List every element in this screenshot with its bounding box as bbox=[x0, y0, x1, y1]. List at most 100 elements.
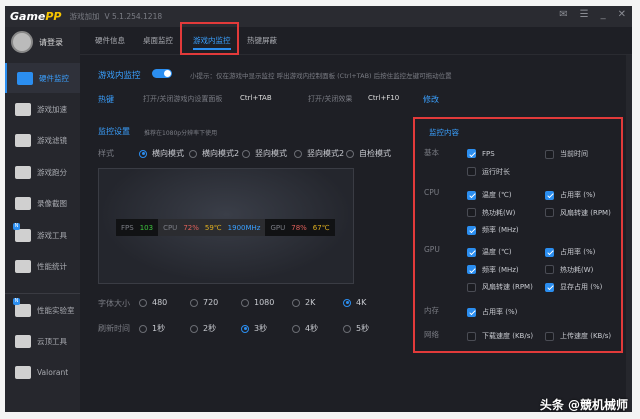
checkbox-memory-0[interactable]: 占用率 (%) bbox=[467, 307, 517, 317]
checkbox[interactable] bbox=[467, 190, 476, 200]
refresh-option[interactable]: 4秒 bbox=[292, 323, 318, 334]
checkbox-label: 频率 (MHz) bbox=[482, 226, 519, 234]
checkbox[interactable] bbox=[467, 225, 476, 235]
menu-icon[interactable]: ☰ bbox=[580, 9, 589, 20]
radio-button[interactable] bbox=[242, 149, 250, 158]
sidebar-item-perf-stats[interactable]: 性能统计 bbox=[5, 251, 80, 281]
checkbox[interactable] bbox=[545, 331, 554, 341]
sidebar-item-label: 云顶工具 bbox=[37, 336, 67, 346]
checkbox[interactable] bbox=[545, 190, 554, 200]
checkbox[interactable] bbox=[545, 208, 554, 217]
checkbox[interactable] bbox=[545, 247, 554, 257]
checkbox-cpu-3[interactable]: 风扇转速 (RPM) bbox=[545, 208, 611, 218]
refresh-option[interactable]: 2秒 bbox=[190, 323, 216, 334]
checkbox[interactable] bbox=[467, 247, 476, 257]
scrollbar[interactable] bbox=[626, 55, 632, 412]
checkbox[interactable] bbox=[467, 167, 476, 176]
game-filter-icon bbox=[15, 133, 31, 147]
style-option[interactable]: 横向模式2 bbox=[189, 148, 239, 159]
radio-button[interactable] bbox=[139, 324, 147, 333]
sidebar-item-game-benchmark[interactable]: 游戏跑分 bbox=[5, 157, 80, 187]
font-size-label: 2K bbox=[305, 298, 316, 307]
radio-button[interactable] bbox=[346, 149, 354, 158]
radio-button[interactable] bbox=[190, 324, 198, 333]
checkbox-cpu-0[interactable]: 温度 (℃) bbox=[467, 190, 512, 200]
checkbox[interactable] bbox=[467, 282, 476, 292]
sidebar-item-game-filter[interactable]: 游戏滤镜 bbox=[5, 125, 80, 155]
checkbox-gpu-5[interactable]: 显存占用 (%) bbox=[545, 282, 602, 292]
font-size-option[interactable]: 1080 bbox=[241, 298, 274, 307]
group-label-cpu: CPU bbox=[424, 188, 440, 197]
checkbox-gpu-4[interactable]: 风扇转速 (RPM) bbox=[467, 282, 533, 292]
modify-link[interactable]: 修改 bbox=[423, 94, 439, 105]
sidebar-item-game-tools[interactable]: N 游戏工具 bbox=[5, 220, 80, 250]
sidebar-item-label: 游戏滤镜 bbox=[37, 135, 67, 145]
hotkey2-value[interactable]: Ctrl+F10 bbox=[368, 94, 399, 102]
close-icon[interactable]: ✕ bbox=[618, 9, 626, 20]
message-icon[interactable]: ✉ bbox=[559, 9, 567, 20]
radio-button[interactable] bbox=[189, 149, 197, 158]
style-option[interactable]: 自检模式 bbox=[346, 148, 391, 159]
radio-button[interactable] bbox=[343, 324, 351, 333]
radio-button[interactable] bbox=[241, 298, 249, 307]
style-option[interactable]: 横向模式 bbox=[139, 148, 184, 159]
logo: GamePP bbox=[10, 10, 62, 23]
font-size-option[interactable]: 480 bbox=[139, 298, 167, 307]
checkbox-basic-0[interactable]: FPS bbox=[467, 149, 495, 158]
font-size-option[interactable]: 720 bbox=[190, 298, 218, 307]
radio-button[interactable] bbox=[241, 324, 249, 333]
radio-button[interactable] bbox=[139, 149, 147, 158]
radio-button[interactable] bbox=[139, 298, 147, 307]
sidebar-item-game-boost[interactable]: 游戏加速 bbox=[5, 94, 80, 124]
refresh-label: 5秒 bbox=[356, 324, 370, 333]
checkbox-gpu-1[interactable]: 占用率 (%) bbox=[545, 247, 595, 257]
checkbox[interactable] bbox=[467, 307, 476, 317]
font-size-option[interactable]: 4K bbox=[343, 298, 366, 307]
perf-stats-icon bbox=[15, 259, 31, 273]
radio-button[interactable] bbox=[343, 298, 351, 307]
tab-desktop-monitor[interactable]: 桌面监控 bbox=[143, 35, 173, 46]
radio-button[interactable] bbox=[294, 149, 302, 158]
checkbox[interactable] bbox=[545, 265, 554, 274]
checkbox-basic-2[interactable]: 运行时长 bbox=[467, 167, 510, 177]
refresh-option[interactable]: 3秒 bbox=[241, 323, 267, 334]
checkbox-label: 上传速度 (KB/s) bbox=[560, 332, 612, 340]
style-option[interactable]: 竖向模式 bbox=[242, 148, 287, 159]
checkbox[interactable] bbox=[545, 149, 554, 159]
refresh-label: 4秒 bbox=[305, 324, 319, 333]
sidebar-item-perf-lab[interactable]: N 性能实验室 bbox=[5, 295, 80, 325]
style-option[interactable]: 竖向模式2 bbox=[294, 148, 344, 159]
sidebar-item-record-screenshot[interactable]: 录像截图 bbox=[5, 188, 80, 218]
refresh-option[interactable]: 5秒 bbox=[343, 323, 369, 334]
checkbox-cpu-1[interactable]: 占用率 (%) bbox=[545, 190, 595, 200]
ingame-monitor-toggle[interactable] bbox=[152, 69, 172, 78]
checkbox-gpu-2[interactable]: 频率 (MHz) bbox=[467, 265, 519, 275]
checkbox-cpu-2[interactable]: 热功耗(W) bbox=[467, 208, 515, 218]
checkbox-network-0[interactable]: 下载速度 (KB/s) bbox=[467, 331, 533, 341]
tab-hotkey-block[interactable]: 热键屏蔽 bbox=[247, 35, 277, 46]
checkbox-gpu-0[interactable]: 温度 (℃) bbox=[467, 247, 512, 257]
sidebar-item-tft-tools[interactable]: 云顶工具 bbox=[5, 326, 80, 356]
sidebar-item-valorant[interactable]: Valorant bbox=[5, 357, 80, 387]
login-button[interactable]: 请登录 bbox=[11, 31, 63, 53]
sidebar-item-hardware-monitor[interactable]: 硬件监控 bbox=[5, 63, 80, 93]
sidebar-divider bbox=[5, 293, 80, 294]
tab-hardware-info[interactable]: 硬件信息 bbox=[95, 35, 125, 46]
checkbox[interactable] bbox=[467, 149, 476, 158]
checkbox[interactable] bbox=[467, 331, 476, 341]
font-size-option[interactable]: 2K bbox=[292, 298, 315, 307]
refresh-option[interactable]: 1秒 bbox=[139, 323, 165, 334]
checkbox-network-1[interactable]: 上传速度 (KB/s) bbox=[545, 331, 611, 341]
osd-cpu-use: 72% bbox=[183, 223, 199, 232]
radio-button[interactable] bbox=[292, 298, 300, 307]
checkbox-cpu-4[interactable]: 频率 (MHz) bbox=[467, 225, 519, 235]
checkbox[interactable] bbox=[467, 208, 476, 217]
checkbox-gpu-3[interactable]: 热功耗(W) bbox=[545, 265, 593, 275]
checkbox-basic-1[interactable]: 当前时间 bbox=[545, 149, 588, 159]
checkbox[interactable] bbox=[467, 265, 476, 274]
checkbox[interactable] bbox=[545, 282, 554, 292]
hotkey1-value[interactable]: Ctrl+TAB bbox=[240, 94, 272, 102]
radio-button[interactable] bbox=[190, 298, 198, 307]
radio-button[interactable] bbox=[292, 324, 300, 333]
minimize-icon[interactable]: _ bbox=[601, 9, 606, 20]
